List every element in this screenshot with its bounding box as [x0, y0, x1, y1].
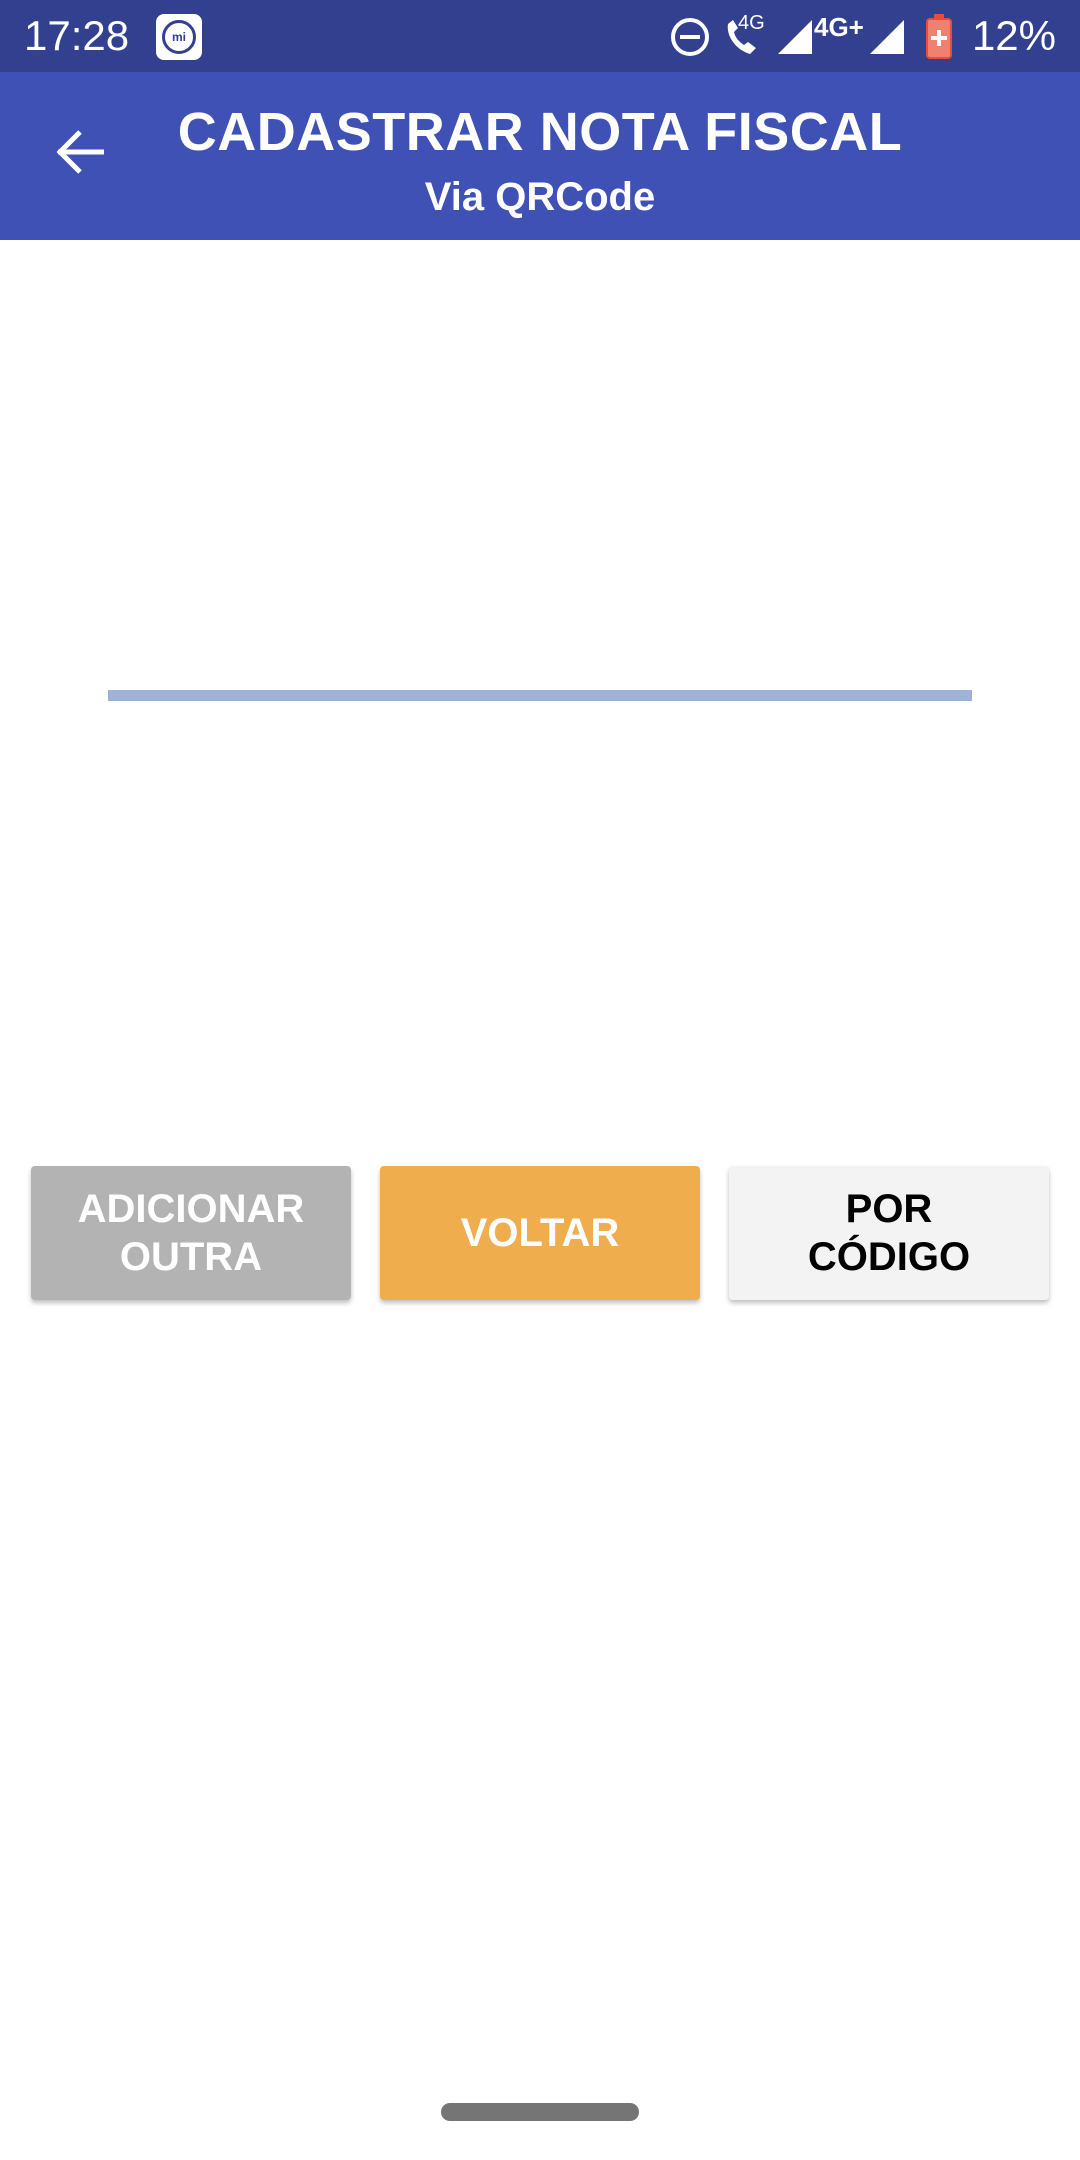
by-code-button[interactable]: POR CÓDIGO [729, 1166, 1049, 1300]
arrow-left-icon [56, 130, 104, 174]
battery-low-icon [926, 14, 952, 59]
page-subtitle: Via QRCode [424, 175, 656, 219]
app-bar: CADASTRAR NOTA FISCAL Via QRCode [0, 72, 1080, 240]
page-title: CADASTRAR NOTA FISCAL [177, 102, 903, 162]
back-navigation-button[interactable] [40, 122, 120, 182]
signal-icon-2 [870, 20, 904, 54]
status-time: 17:28 [24, 12, 130, 59]
scan-line [108, 690, 972, 701]
qr-scanner-view[interactable] [0, 240, 1080, 1140]
call-network-label: 4G [738, 12, 765, 34]
home-indicator[interactable] [441, 2103, 639, 2121]
back-button[interactable]: VOLTAR [380, 1166, 700, 1300]
status-bar: 17:28 mi 4G 4G+ 12% [0, 0, 1080, 72]
screen: 17:28 mi 4G 4G+ 12% CADASTRAR NOTA FISCA… [0, 0, 1080, 2160]
battery-percent: 12% [971, 12, 1056, 59]
network-type-label: 4G+ [814, 12, 864, 42]
signal-icon [778, 20, 812, 54]
add-another-button[interactable]: ADICIONAR OUTRA [31, 1166, 351, 1300]
mi-app-icon: mi [156, 14, 202, 60]
do-not-disturb-icon [671, 18, 709, 56]
